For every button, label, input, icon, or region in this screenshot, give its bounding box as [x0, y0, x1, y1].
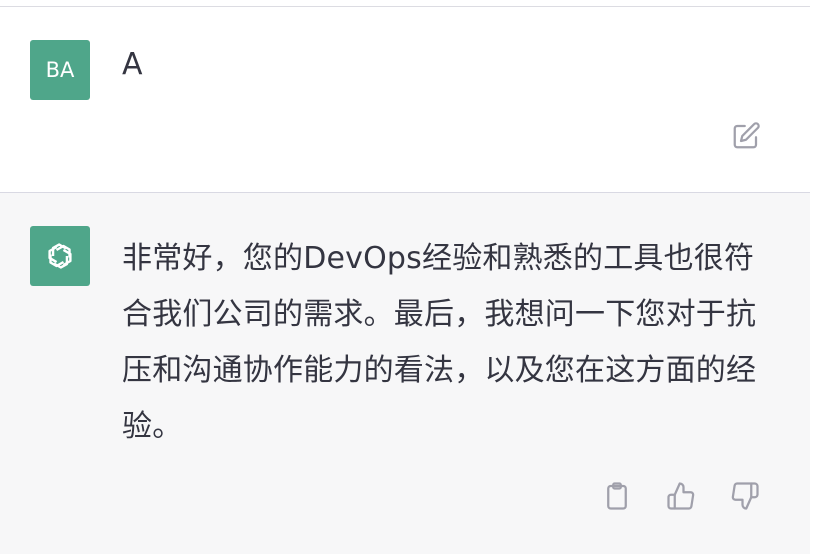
assistant-avatar	[30, 226, 90, 286]
copy-icon	[607, 482, 627, 510]
openai-logo-icon	[48, 243, 72, 269]
chat-page: BA A 非常好，您的DevOps经验和熟悉的工具也很符合我们公司的需求。最后，…	[0, 0, 830, 554]
user-avatar: BA	[30, 40, 90, 100]
edit-icon	[733, 122, 760, 149]
scroll-area	[810, 0, 830, 554]
thumbs-down-icon	[731, 482, 759, 510]
assistant-message-text: 非常好，您的DevOps经验和熟悉的工具也很符合我们公司的需求。最后，我想问一下…	[122, 241, 757, 444]
user-message-text: A	[122, 47, 143, 82]
thumbs-down-button[interactable]	[728, 479, 762, 513]
message-actions	[600, 479, 762, 513]
edit-message-button[interactable]	[729, 119, 763, 153]
thumbs-up-button[interactable]	[664, 479, 698, 513]
copy-button[interactable]	[600, 479, 634, 513]
user-message: BA A	[0, 7, 810, 192]
thumbs-up-icon	[667, 482, 695, 510]
assistant-message: 非常好，您的DevOps经验和熟悉的工具也很符合我们公司的需求。最后，我想问一下…	[0, 193, 810, 554]
